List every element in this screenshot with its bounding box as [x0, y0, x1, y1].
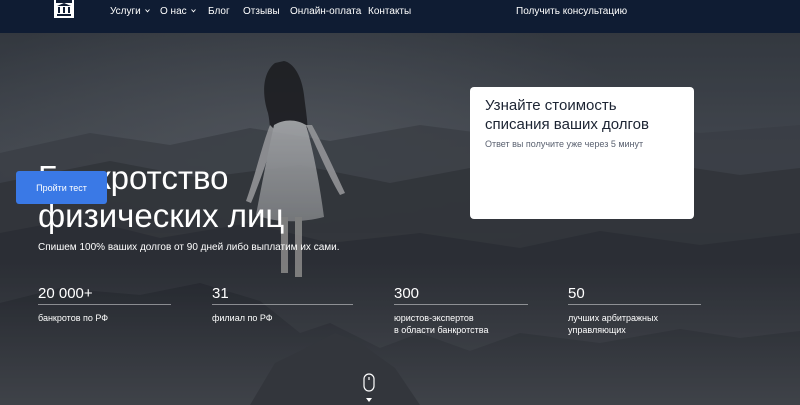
nav-item-label: Контакты	[368, 6, 412, 17]
take-test-button[interactable]: Пройти тест	[16, 171, 107, 204]
stat-managers: 50 лучших арбитражных управляющих	[568, 285, 701, 336]
nav-item-reviews[interactable]: Отзывы	[243, 6, 280, 17]
stat-value: 50	[568, 285, 585, 302]
nav-item-label: Блог	[208, 6, 230, 17]
stat-divider	[394, 304, 528, 305]
nav-item-label: О нас	[160, 6, 187, 17]
stat-divider	[212, 304, 353, 305]
stat-divider	[38, 304, 171, 305]
nav-item-blog[interactable]: Блог	[208, 6, 230, 17]
nav-item-label: Онлайн-оплата	[290, 6, 362, 17]
stat-divider	[568, 304, 701, 305]
top-navigation-bar: Услуги О нас Блог Отзывы Онлайн-оплата К…	[0, 0, 800, 33]
mouse-scroll-icon[interactable]	[360, 372, 378, 405]
stat-label: банкротов по РФ	[38, 313, 109, 323]
nav-item-contacts[interactable]: Контакты	[368, 6, 411, 17]
chevron-down-icon	[144, 9, 150, 13]
stat-value: 31	[212, 285, 229, 302]
chevron-down-icon	[190, 9, 196, 13]
stat-label: филиал по РФ	[212, 313, 273, 323]
logo-icon[interactable]	[53, 0, 75, 20]
stat-clients: 20 000+ банкротов по РФ	[38, 285, 171, 324]
landing-page: Услуги О нас Блог Отзывы Онлайн-оплата К…	[0, 0, 800, 405]
stat-lawyers: 300 юристов-экспертов в области банкротс…	[394, 285, 528, 336]
debt-cost-card: Узнайте стоимость списания ваших долгов …	[470, 87, 694, 219]
stat-label: лучших арбитражных управляющих	[568, 313, 658, 335]
stat-branches: 31 филиал по РФ	[212, 285, 353, 324]
nav-item-services[interactable]: Услуги	[110, 6, 150, 17]
get-consultation-link[interactable]: Получить консультацию	[516, 6, 627, 17]
stat-value: 300	[394, 285, 420, 302]
card-title: Узнайте стоимость списания ваших долгов	[485, 97, 649, 133]
card-subtitle: Ответ вы получите уже через 5 минут	[485, 139, 644, 149]
nav-item-about[interactable]: О нас	[160, 6, 196, 17]
nav-item-label: Услуги	[110, 6, 141, 17]
hero-subtitle: Спишем 100% ваших долгов от 90 дней либо…	[38, 242, 340, 253]
stat-value: 20 000+	[38, 285, 93, 302]
nav-item-label: Отзывы	[243, 6, 280, 17]
stat-label: юристов-экспертов в области банкротства	[394, 313, 489, 335]
nav-item-online-payment[interactable]: Онлайн-оплата	[290, 6, 361, 17]
